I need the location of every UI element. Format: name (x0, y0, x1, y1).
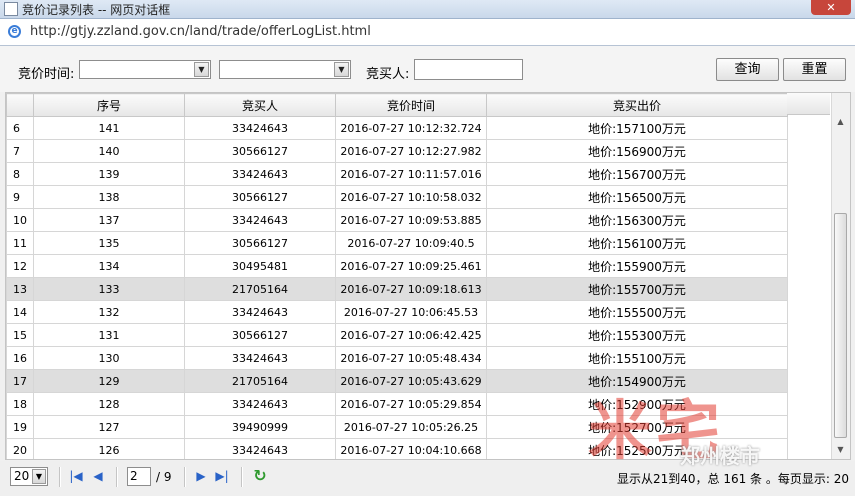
next-page-icon[interactable]: ▶ (193, 468, 209, 484)
pager-separator (59, 467, 61, 487)
watermark-subtitle: 郑州楼市 (680, 444, 760, 468)
scroll-down-icon[interactable]: ▼ (834, 443, 847, 457)
buyer-input[interactable] (414, 59, 523, 80)
scroll-up-icon[interactable]: ▲ (834, 115, 847, 129)
reset-button[interactable]: 重置 (783, 58, 846, 81)
close-button[interactable]: ✕ (811, 0, 851, 15)
table-row[interactable]: 11 135 30566127 2016-07-27 10:09:40.5 地价:156… (6, 231, 788, 255)
chevron-down-icon[interactable]: ▼ (334, 62, 349, 77)
bid-time-from-select[interactable]: ▼ (79, 60, 211, 79)
table-row-highlighted[interactable]: 13 133 21705164 2016-07-27 10:09:18.613 地价:1… (6, 277, 788, 301)
pager-separator (241, 467, 243, 487)
refresh-icon[interactable]: ↻ (251, 467, 269, 485)
last-page-icon[interactable]: ▶| (214, 468, 230, 484)
total-pages: / 9 (156, 470, 172, 484)
table-row[interactable]: 8 139 33424643 2016-07-27 10:11:57.016 地价:15… (6, 162, 788, 186)
table-row[interactable]: 10 137 33424643 2016-07-27 10:09:53.885 地价:1… (6, 208, 788, 232)
scrollbar-thumb[interactable] (834, 213, 847, 438)
prev-page-icon[interactable]: ◀ (90, 468, 106, 484)
column-header-time[interactable]: 竞价时间 (335, 93, 487, 117)
table-row[interactable]: 12 134 30495481 2016-07-27 10:09:25.461 地价:1… (6, 254, 788, 278)
table-header-row: 序号 竞买人 竞价时间 竞买出价 (6, 93, 788, 117)
column-header-seq[interactable]: 序号 (33, 93, 185, 117)
vertical-scrollbar[interactable]: ▲ ▼ (831, 93, 850, 459)
pager-separator (116, 467, 118, 487)
page-size-select[interactable]: 20 ▼ (10, 467, 48, 486)
chevron-down-icon[interactable]: ▼ (32, 469, 46, 484)
table-row[interactable]: 9 138 30566127 2016-07-27 10:10:58.032 地价:15… (6, 185, 788, 209)
window-title: 竞价记录列表 -- 网页对话框 (22, 3, 171, 17)
bid-record-grid: 序号 竞买人 竞价时间 竞买出价 6 141 33424643 2016-07-27 … (5, 92, 851, 460)
ie-page-icon: e (8, 25, 21, 38)
window-titlebar: 竞价记录列表 -- 网页对话框 ✕ (0, 0, 855, 19)
pager-separator (184, 467, 186, 487)
table-row[interactable]: 6 141 33424643 2016-07-27 10:12:32.724 地价:15… (6, 116, 788, 140)
column-header-buyer[interactable]: 竞买人 (184, 93, 336, 117)
column-header-price[interactable]: 竞买出价 (486, 93, 788, 117)
bid-time-label: 竞价时间: (18, 67, 75, 82)
filter-bar: 竞价时间: ▼ ▼ 竞买人: 查询 重置 (0, 46, 855, 92)
current-page-input[interactable]: 2 (127, 467, 151, 486)
pager-info: 显示从21到40，总 161 条 。每页显示: 20 (616, 472, 849, 486)
table-row[interactable]: 16 130 33424643 2016-07-27 10:05:48.434 地价:1… (6, 346, 788, 370)
buyer-label: 竞买人: (366, 67, 410, 82)
address-url: http://gtjy.zzland.gov.cn/land/trade/off… (30, 24, 371, 39)
header-filler (787, 93, 830, 115)
window-icon (4, 2, 18, 16)
table-row[interactable]: 14 132 33424643 2016-07-27 10:06:45.53 地价:15… (6, 300, 788, 324)
bid-time-to-select[interactable]: ▼ (219, 60, 351, 79)
query-button[interactable]: 查询 (716, 58, 779, 81)
first-page-icon[interactable]: |◀ (68, 468, 84, 484)
table-row[interactable]: 15 131 30566127 2016-07-27 10:06:42.425 地价:1… (6, 323, 788, 347)
address-bar: e http://gtjy.zzland.gov.cn/land/trade/o… (0, 19, 855, 46)
column-header-index[interactable] (6, 93, 34, 117)
table-row[interactable]: 7 140 30566127 2016-07-27 10:12:27.982 地价:15… (6, 139, 788, 163)
chevron-down-icon[interactable]: ▼ (194, 62, 209, 77)
